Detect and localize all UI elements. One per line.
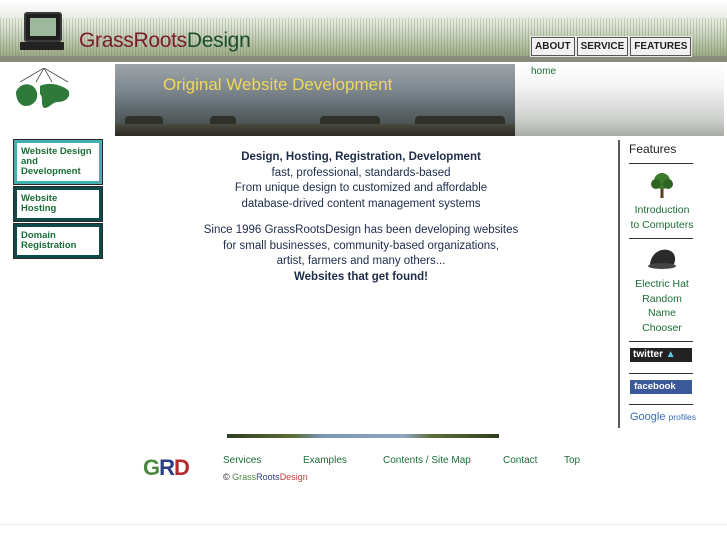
banner-right: home bbox=[515, 64, 724, 136]
content-headline: Design, Hosting, Registration, Developme… bbox=[241, 151, 481, 163]
left-nav-domain-registration[interactable]: Domain Registration bbox=[13, 223, 103, 259]
footer-logo[interactable]: GRD bbox=[143, 455, 190, 481]
feature-link-line: Introduction bbox=[634, 204, 690, 216]
features-title: Features bbox=[629, 142, 677, 156]
footer-logo-d: D bbox=[174, 455, 190, 480]
content-line: database-drived content management syste… bbox=[241, 198, 481, 211]
copyright-roots: Roots bbox=[256, 472, 280, 482]
content-line: From unique design to customized and aff… bbox=[234, 182, 488, 195]
site-name-design: Design bbox=[186, 29, 251, 52]
divider bbox=[629, 373, 693, 374]
nav-features-button[interactable]: FEATURES bbox=[629, 36, 693, 57]
footer-link-top[interactable]: Top bbox=[564, 455, 580, 466]
feature-link-line: Random bbox=[642, 292, 682, 305]
footer-divider bbox=[227, 434, 499, 438]
breadcrumb-home-link[interactable]: home bbox=[531, 66, 556, 77]
features-panel: Features Introduction to Computers Elect… bbox=[618, 140, 696, 428]
nav-about-button[interactable]: ABOUT bbox=[530, 36, 576, 57]
top-nav: ABOUT SERVICE FEATURES bbox=[530, 36, 693, 57]
divider bbox=[629, 238, 693, 239]
divider bbox=[629, 341, 693, 342]
content-line: fast, professional, standards-based bbox=[271, 166, 451, 179]
copyright-symbol: © bbox=[223, 472, 230, 482]
header-rule bbox=[0, 56, 727, 62]
twitter-link[interactable]: twitter ▲ bbox=[630, 348, 692, 362]
footer-link-contact[interactable]: Contact bbox=[503, 455, 537, 466]
google-profiles-link[interactable]: Google profiles bbox=[630, 411, 696, 423]
main-content: Design, Hosting, Registration, Developme… bbox=[200, 150, 522, 286]
globe-roots-icon bbox=[16, 68, 70, 108]
feature-link-line: to Computers bbox=[630, 218, 694, 231]
feature-link-line: Chooser bbox=[642, 321, 682, 334]
banner-image: Original Website Development bbox=[115, 64, 515, 136]
screen-icon bbox=[30, 18, 56, 36]
footer-link-examples[interactable]: Examples bbox=[303, 455, 347, 466]
electric-hat-link[interactable]: Electric Hat Random Name Chooser bbox=[626, 277, 698, 335]
google-profiles-label: profiles bbox=[668, 412, 696, 422]
site-name[interactable]: GrassRootsDesign bbox=[79, 29, 251, 53]
feature-link-line: Name bbox=[647, 307, 676, 319]
facebook-link[interactable]: facebook bbox=[630, 380, 692, 394]
twitter-label: twitter bbox=[633, 349, 663, 360]
google-label: Google bbox=[630, 411, 666, 423]
page: GrassRootsDesign ABOUT SERVICE FEATURES … bbox=[0, 0, 727, 546]
site-logo[interactable] bbox=[10, 10, 74, 108]
twitter-bird-icon: ▲ bbox=[665, 349, 676, 360]
banner-ground bbox=[115, 124, 515, 136]
site-name-roots: Roots bbox=[133, 29, 188, 52]
content-line: Since 1996 GrassRootsDesign has been dev… bbox=[203, 223, 519, 236]
footer-link-services[interactable]: Services bbox=[223, 455, 261, 466]
divider bbox=[629, 404, 693, 405]
content-line: for small businesses, community-based or… bbox=[222, 239, 500, 252]
divider bbox=[629, 163, 693, 164]
copyright: © GrassRootsDesign bbox=[223, 472, 308, 482]
left-nav: Website Design and Development Website H… bbox=[13, 139, 103, 261]
keyboard-icon bbox=[20, 42, 64, 50]
footer-link-sitemap[interactable]: Contents / Site Map bbox=[383, 455, 471, 466]
computer-icon bbox=[24, 12, 62, 42]
left-nav-website-hosting[interactable]: Website Hosting bbox=[13, 186, 103, 222]
site-name-grass: Grass bbox=[79, 29, 134, 52]
nav-service-button[interactable]: SERVICE bbox=[575, 36, 630, 57]
left-nav-website-design[interactable]: Website Design and Development bbox=[13, 139, 103, 185]
bottom-band bbox=[0, 524, 727, 546]
copyright-grass: Grass bbox=[232, 472, 257, 482]
intro-computers-link[interactable]: Introduction to Computers bbox=[626, 203, 698, 232]
content-line: artist, farmers and many others... bbox=[276, 255, 446, 268]
copyright-design: Design bbox=[279, 472, 308, 482]
content-tagline: Websites that get found! bbox=[294, 270, 428, 283]
banner-title: Original Website Development bbox=[163, 75, 393, 94]
footer-logo-r: R bbox=[159, 455, 175, 480]
feature-link-line: Electric Hat bbox=[635, 278, 689, 290]
footer-logo-g: G bbox=[143, 455, 160, 480]
tree-icon[interactable] bbox=[649, 172, 675, 198]
hat-icon[interactable] bbox=[646, 246, 678, 272]
